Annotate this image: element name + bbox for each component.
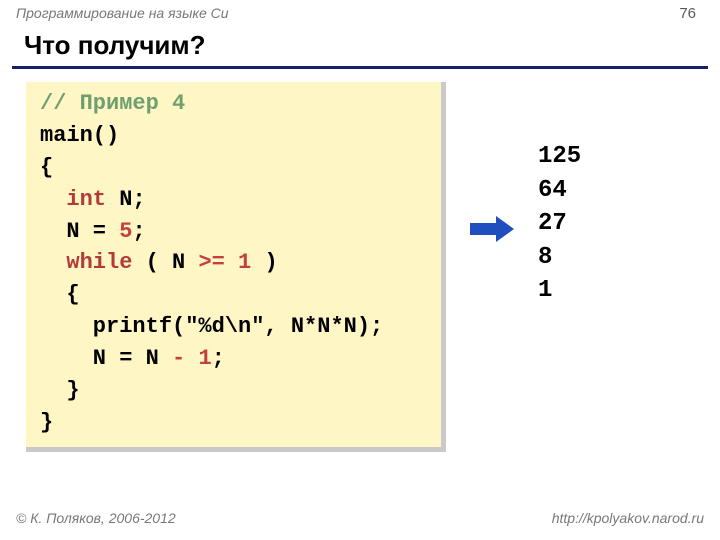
program-output: 125 64 27 8 1 — [538, 140, 581, 308]
code-kw-while: while — [66, 250, 132, 275]
code-brace-close: } — [40, 410, 53, 435]
output-line: 1 — [538, 277, 552, 304]
code-step-end: ; — [212, 346, 225, 371]
code-assign-end: ; — [132, 219, 145, 244]
code-box: // Пример 4 main() { int N; N = 5; while… — [26, 82, 446, 452]
code-while-op: >= — [198, 250, 224, 275]
code-inner-close: } — [40, 378, 80, 403]
code-while-open: ( N — [132, 250, 198, 275]
slide: Программирование на языке Си 76 Что полу… — [0, 0, 720, 540]
code-kw-int: int — [66, 187, 106, 212]
footer-url: http://kpolyakov.narod.ru — [552, 510, 704, 526]
code-while-val: 1 — [238, 250, 251, 275]
code-while-close: ) — [251, 250, 277, 275]
code-assign-val: 5 — [119, 219, 132, 244]
code-printf: printf("%d\n", N*N*N); — [40, 314, 383, 339]
code-while-sp — [225, 250, 238, 275]
code-fn: main() — [40, 123, 119, 148]
output-line: 8 — [538, 244, 552, 271]
footer-copyright: © К. Поляков, 2006-2012 — [16, 510, 176, 526]
page-title: Что получим? — [24, 30, 206, 61]
output-line: 125 — [538, 143, 581, 170]
code-step-sp — [185, 346, 198, 371]
code-assign-lhs: N = — [40, 219, 119, 244]
code-listing: // Пример 4 main() { int N; N = 5; while… — [40, 88, 427, 439]
output-line: 27 — [538, 210, 567, 237]
code-comment: // Пример 4 — [40, 91, 185, 116]
arrow-icon — [470, 216, 514, 242]
output-line: 64 — [538, 177, 567, 204]
code-brace-open: { — [40, 155, 53, 180]
code-inner-open: { — [40, 282, 80, 307]
code-step-val: 1 — [198, 346, 211, 371]
course-caption: Программирование на языке Си — [16, 5, 229, 21]
code-decl-rest: N; — [106, 187, 146, 212]
title-rule — [12, 66, 708, 69]
code-step-lhs: N = N — [40, 346, 172, 371]
page-number: 76 — [679, 5, 696, 22]
code-step-op: - — [172, 346, 185, 371]
